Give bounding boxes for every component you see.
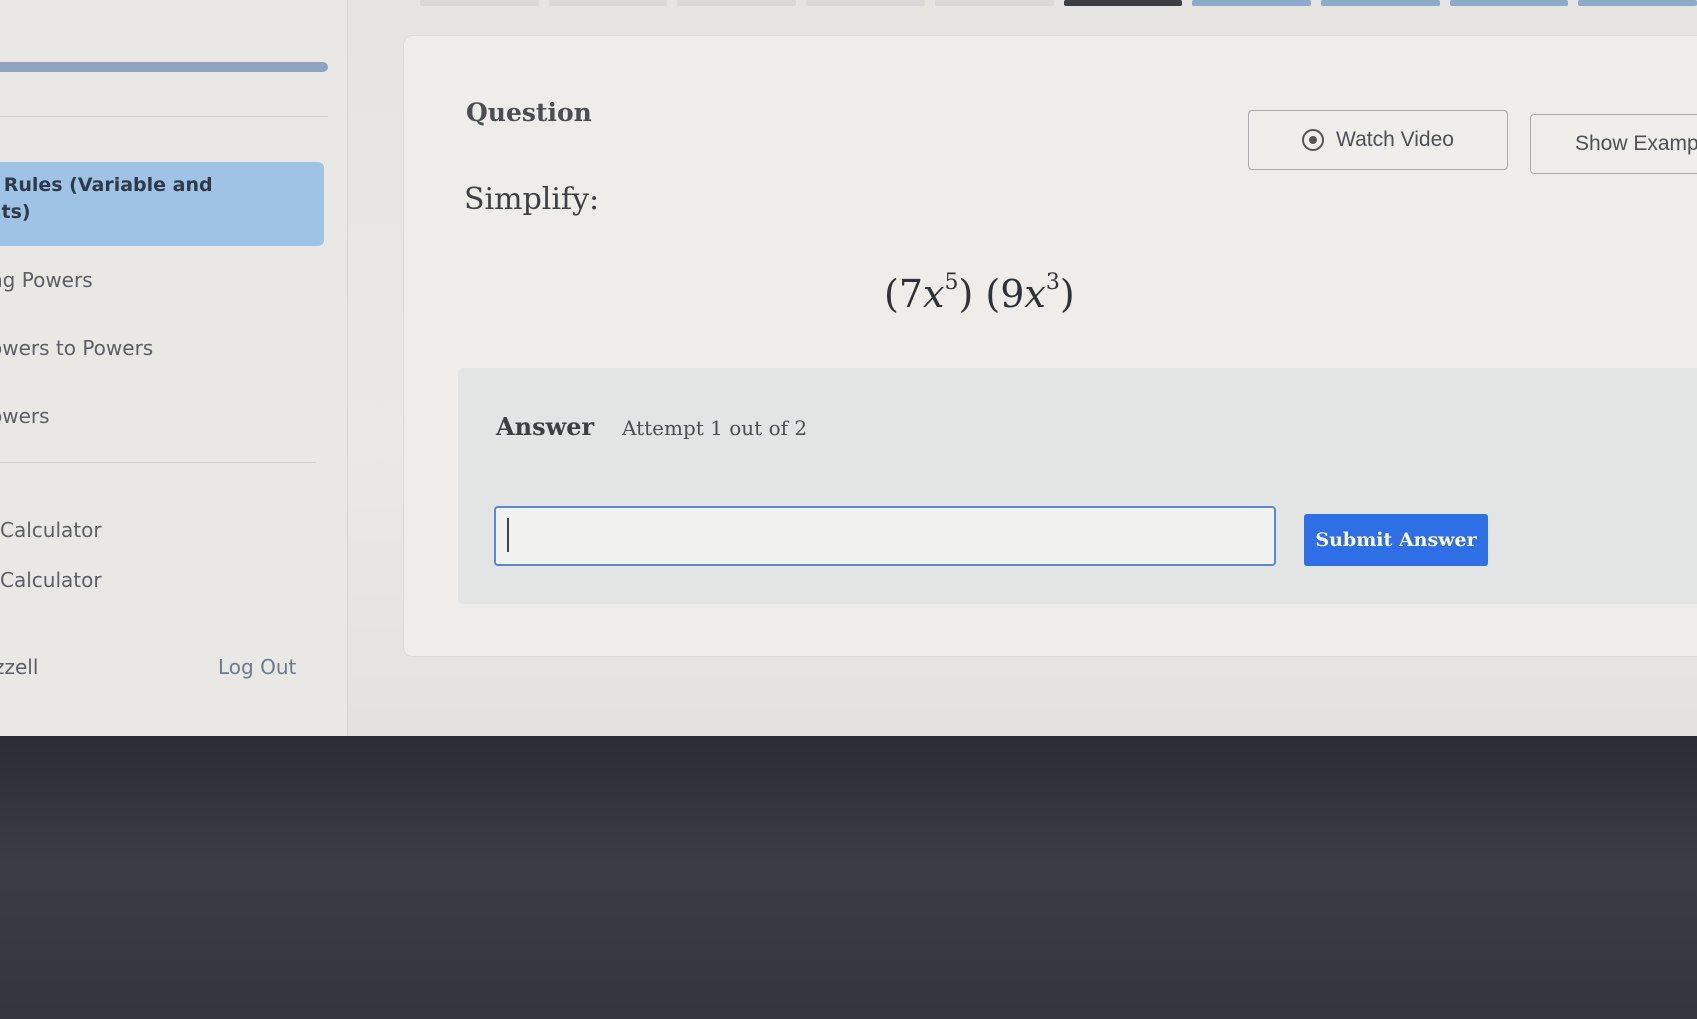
text-caret xyxy=(507,518,509,552)
username: zzell xyxy=(0,655,39,679)
sidebar-item-multiplying-powers[interactable]: ng Powers xyxy=(0,268,93,292)
answer-input[interactable] xyxy=(494,506,1276,566)
sidebar-divider xyxy=(0,116,328,117)
sidebar-item-label: t Rules (Variable and xyxy=(0,174,213,196)
term2-coefficient: 9 xyxy=(1000,272,1025,316)
sidebar-progress-bar xyxy=(0,62,328,72)
sidebar: t Rules (Variable and nts) ng Powers owe… xyxy=(0,0,348,736)
video-play-icon xyxy=(1302,129,1325,151)
sidebar-item-dividing-powers[interactable]: owers xyxy=(0,404,50,428)
progress-segment-current xyxy=(1063,0,1183,6)
watch-video-label: Watch Video xyxy=(1336,128,1454,151)
sidebar-item-powers-to-powers[interactable]: owers to Powers xyxy=(0,336,153,360)
progress-segments xyxy=(420,0,1697,8)
answer-panel xyxy=(458,368,1697,604)
progress-segment xyxy=(934,0,1054,6)
logout-link[interactable]: Log Out xyxy=(218,655,296,679)
question-title: Question xyxy=(466,98,592,127)
sidebar-item-calculator[interactable]: Calculator xyxy=(0,518,102,542)
monitor-bezel xyxy=(0,736,1697,1019)
sidebar-divider xyxy=(0,462,316,463)
progress-segment xyxy=(420,0,539,6)
term1-coefficient: 7 xyxy=(898,272,924,316)
math-expression: (7x5) (9x3) xyxy=(884,270,1075,316)
sidebar-item-calculator-2[interactable]: Calculator xyxy=(0,568,102,592)
term1-exponent: 5 xyxy=(944,270,959,296)
progress-segment xyxy=(1449,0,1569,6)
submit-answer-button[interactable]: Submit Answer xyxy=(1304,514,1488,566)
progress-segment xyxy=(548,0,668,6)
show-example-button[interactable]: Show Examp xyxy=(1530,114,1697,174)
term2-exponent: 3 xyxy=(1045,270,1060,296)
watch-video-button[interactable]: Watch Video xyxy=(1248,110,1508,170)
answer-label: Answer xyxy=(496,412,595,441)
sidebar-item-active[interactable]: t Rules (Variable and nts) xyxy=(0,162,324,246)
show-example-label: Show Examp xyxy=(1575,132,1697,155)
term1-variable: x xyxy=(923,272,945,316)
progress-segment xyxy=(806,0,925,6)
question-prompt: Simplify: xyxy=(464,182,600,217)
progress-segment xyxy=(1320,0,1440,6)
progress-segment xyxy=(677,0,797,6)
term2-variable: x xyxy=(1024,272,1046,316)
attempt-counter: Attempt 1 out of 2 xyxy=(622,416,808,440)
progress-segment xyxy=(1578,0,1697,6)
monitor-screen: t Rules (Variable and nts) ng Powers owe… xyxy=(0,0,1697,736)
progress-segment xyxy=(1192,0,1311,6)
sidebar-item-label: nts) xyxy=(0,201,31,223)
